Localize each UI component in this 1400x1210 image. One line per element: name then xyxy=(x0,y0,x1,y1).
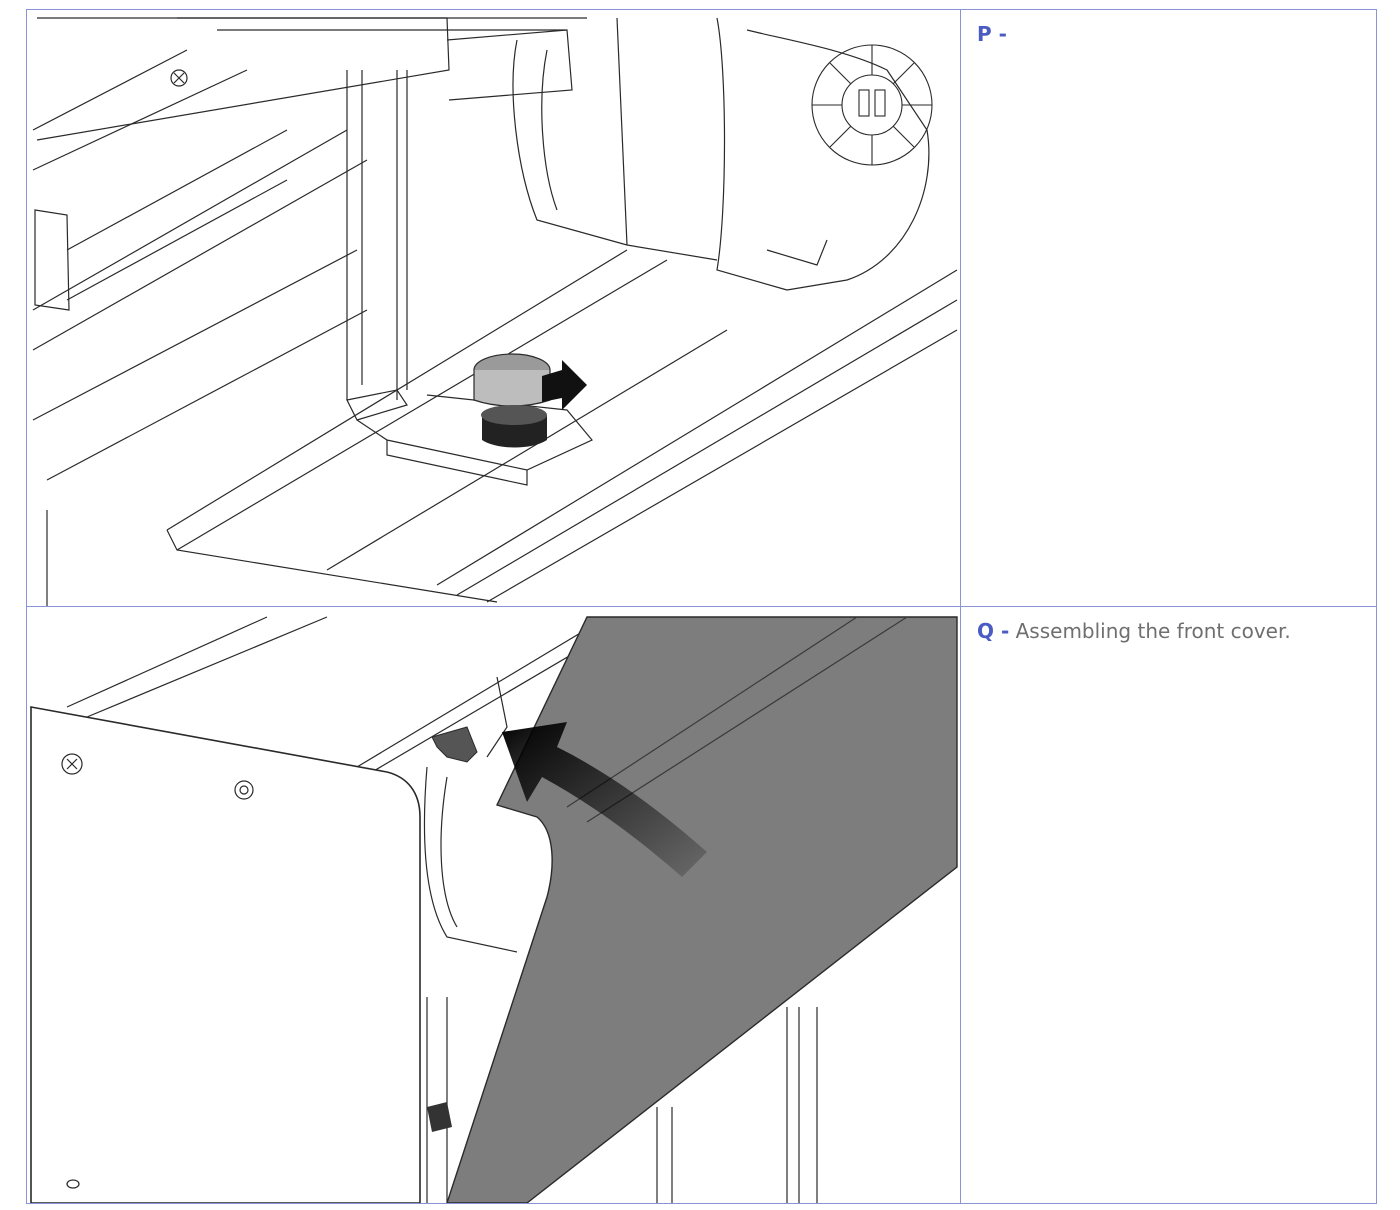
step-p-letter: P - xyxy=(977,22,1007,46)
step-row-q: Q - Assembling the front cover. xyxy=(26,606,1377,1204)
step-q-letter: Q - xyxy=(977,619,1010,643)
step-q-illustration-cell xyxy=(26,606,961,1204)
step-q-illustration xyxy=(27,607,960,1203)
step-p-caption: P - xyxy=(977,22,1376,46)
instruction-steps-table: P - Q - Assembling the front cover. xyxy=(26,9,1377,1204)
step-q-caption: Q - Assembling the front cover. xyxy=(977,619,1376,643)
step-q-text: Assembling the front cover. xyxy=(1015,619,1291,643)
step-q-text-cell: Q - Assembling the front cover. xyxy=(960,606,1377,1204)
step-p-illustration-cell xyxy=(26,9,961,607)
step-p-text-cell: P - xyxy=(960,9,1377,607)
step-row-p: P - xyxy=(26,9,1377,607)
step-p-illustration xyxy=(27,10,960,606)
